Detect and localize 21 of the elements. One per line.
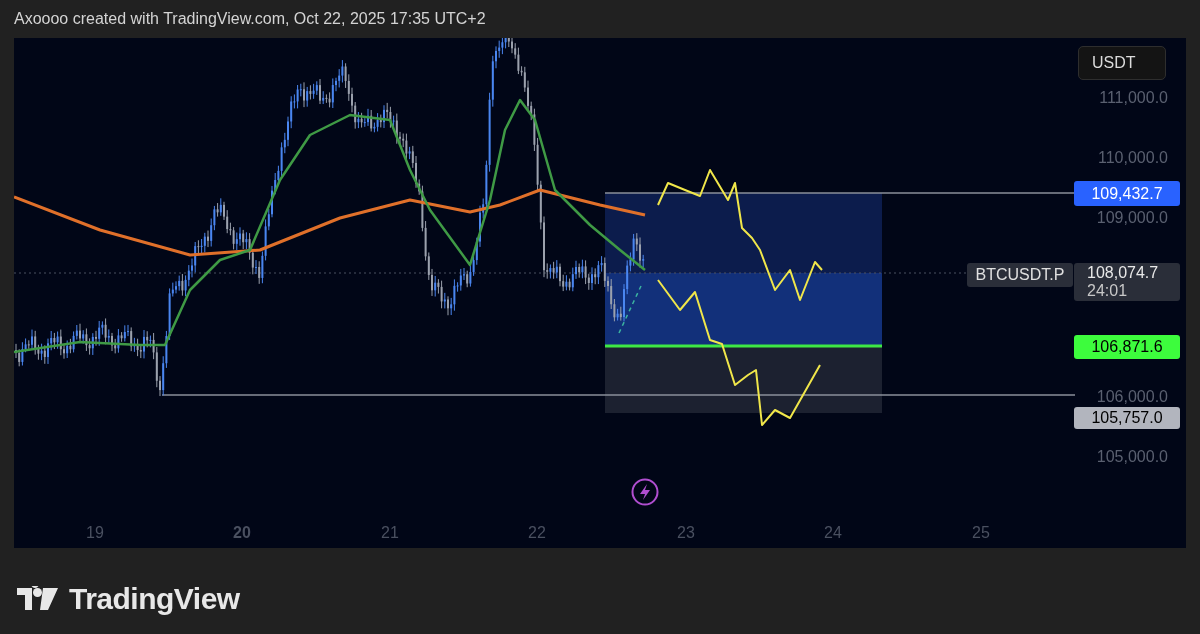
currency-label: USDT <box>1078 46 1166 80</box>
attribution-text: Axoooo created with TradingView.com, Oct 22, 2025 17:35 UTC+2 <box>14 9 486 29</box>
date-tick-label: 22 <box>527 523 547 543</box>
date-tick-label: 23 <box>676 523 696 543</box>
last-price-text: 108,074.7 <box>1087 264 1160 282</box>
price-label: 106,871.6 <box>1074 335 1180 359</box>
date-tick-label: 19 <box>85 523 105 543</box>
price-tick-label: 110,000.0 <box>1097 150 1168 166</box>
price-label: 105,757.0 <box>1074 407 1180 429</box>
brand-name: TradingView <box>69 581 240 617</box>
price-tick-label: 111,000.0 <box>1098 90 1168 106</box>
date-tick-label: 20 <box>232 523 252 543</box>
price-tick-label: 106,000.0 <box>1095 389 1168 405</box>
date-tick-label: 25 <box>971 523 991 543</box>
price-tick-label: 105,000.0 <box>1095 449 1168 465</box>
price-label: 109,432.7 <box>1074 181 1180 206</box>
countdown-text: 24:01 <box>1087 282 1129 300</box>
date-tick-label: 24 <box>823 523 843 543</box>
price-tick-label: 109,000.0 <box>1095 210 1168 226</box>
date-tick-label: 21 <box>380 523 400 543</box>
symbol-label: BTCUSDT.P <box>967 263 1073 287</box>
